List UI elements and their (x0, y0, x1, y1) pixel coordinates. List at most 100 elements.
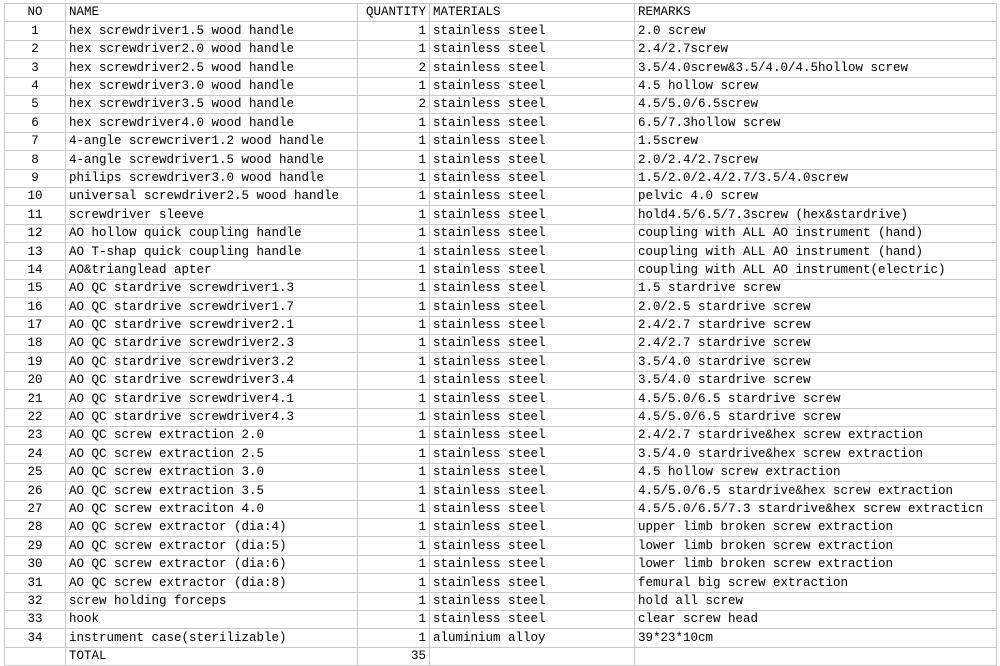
table-row: 30 AO QC screw extractor (dia:6) 1 stainles… (4, 554, 997, 575)
cell-no: 2 (4, 39, 66, 60)
table-row: 13 AO T-shap quick coupling handle 1 stainl… (4, 242, 997, 262)
cell-quantity: 1 (357, 113, 430, 133)
cell-materials: stainless steel (429, 573, 635, 593)
cell-name: AO QC stardrive screwdriver4.1 (65, 389, 358, 409)
cell-no: 25 (4, 462, 66, 483)
table-row: 14 AO&trianglead apter 1 stainless steel cou… (4, 260, 997, 280)
cell-quantity: 1 (357, 223, 430, 244)
cell-remarks: 3.5/4.0 stardrive&hex screw extraction (634, 444, 997, 464)
column-header-quantity: QUANTITY (357, 2, 430, 23)
cell-name: AO&trianglead apter (65, 260, 358, 280)
cell-materials: stainless steel (429, 94, 635, 115)
cell-remarks: coupling with ALL AO instrument(electric… (634, 260, 997, 280)
cell-no: 15 (4, 278, 66, 299)
cell-remarks: 4.5 hollow screw extraction (634, 462, 997, 483)
cell-materials: stainless steel (429, 499, 635, 519)
cell-quantity: 1 (357, 536, 430, 556)
cell-no: 5 (4, 94, 66, 115)
cell-quantity: 1 (357, 186, 430, 207)
cell-quantity: 1 (357, 554, 430, 575)
total-cell-no (4, 646, 66, 666)
cell-quantity: 1 (357, 628, 430, 648)
table-row: 4 hex screwdriver3.0 wood handle 1 stainles… (4, 76, 997, 96)
column-header-materials: MATERIALS (429, 2, 635, 23)
cell-no: 23 (4, 425, 66, 446)
cell-materials: stainless steel (429, 554, 635, 575)
cell-name: hex screwdriver2.5 wood handle (65, 58, 358, 78)
cell-remarks: 3.5/4.0 stardrive screw (634, 370, 997, 391)
cell-materials: stainless steel (429, 591, 635, 611)
cell-materials: stainless steel (429, 260, 635, 280)
cell-materials: stainless steel (429, 39, 635, 60)
cell-quantity: 1 (357, 150, 430, 170)
cell-remarks: 2.4/2.7 stardrive&hex screw extraction (634, 425, 997, 446)
table-row: 8 4-angle screwdriver1.5 wood handle 1 stai… (4, 150, 997, 170)
cell-materials: stainless steel (429, 242, 635, 262)
cell-quantity: 2 (357, 94, 430, 115)
cell-materials: stainless steel (429, 297, 635, 317)
table-row: 23 AO QC screw extraction 2.0 1 stainless s… (4, 425, 997, 446)
cell-remarks: 4.5/5.0/6.5/7.3 stardrive&hex screw extr… (634, 499, 997, 519)
cell-materials: stainless steel (429, 76, 635, 96)
table-row: 9 philips screwdriver3.0 wood handle 1 stai… (4, 168, 997, 188)
cell-quantity: 1 (357, 609, 430, 630)
table-header-row: NO NAME QUANTITY MATERIALS REMARKS (4, 2, 997, 23)
cell-materials: stainless steel (429, 370, 635, 391)
cell-quantity: 1 (357, 205, 430, 225)
cell-quantity: 1 (357, 315, 430, 336)
cell-materials: stainless steel (429, 278, 635, 299)
cell-no: 24 (4, 444, 66, 464)
cell-materials: stainless steel (429, 131, 635, 152)
cell-name: AO T-shap quick coupling handle (65, 242, 358, 262)
cell-no: 4 (4, 76, 66, 96)
parts-list-sheet: NO NAME QUANTITY MATERIALS REMARKS 1 hex … (4, 2, 997, 666)
cell-quantity: 1 (357, 76, 430, 96)
table-row: 29 AO QC screw extractor (dia:5) 1 stainles… (4, 536, 997, 556)
cell-materials: stainless steel (429, 536, 635, 556)
cell-quantity: 1 (357, 444, 430, 464)
table-row: 2 hex screwdriver2.0 wood handle 1 stainles… (4, 39, 997, 60)
cell-materials: stainless steel (429, 425, 635, 446)
cell-remarks: 2.4/2.7 stardrive screw (634, 315, 997, 336)
cell-no: 30 (4, 554, 66, 575)
cell-quantity: 1 (357, 573, 430, 593)
table-row: 7 4-angle screwcriver1.2 wood handle 1 stai… (4, 131, 997, 152)
cell-quantity: 1 (357, 425, 430, 446)
cell-remarks: 4.5/5.0/6.5 stardrive screw (634, 389, 997, 409)
table-row: 16 AO QC stardrive screwdriver1.7 1 stainle… (4, 297, 997, 317)
cell-name: AO QC stardrive screwdriver3.4 (65, 370, 358, 391)
cell-no: 11 (4, 205, 66, 225)
table-row: 21 AO QC stardrive screwdriver4.1 1 stainle… (4, 389, 997, 409)
cell-quantity: 1 (357, 389, 430, 409)
cell-quantity: 1 (357, 39, 430, 60)
cell-quantity: 1 (357, 242, 430, 262)
cell-name: hook (65, 609, 358, 630)
cell-remarks: 1.5screw (634, 131, 997, 152)
table-row: 15 AO QC stardrive screwdriver1.3 1 stainle… (4, 278, 997, 299)
table-row: 11 screwdriver sleeve 1 stainless steel hold… (4, 205, 997, 225)
cell-materials: stainless steel (429, 58, 635, 78)
cell-materials: stainless steel (429, 389, 635, 409)
table-row: 18 AO QC stardrive screwdriver2.3 1 stainle… (4, 334, 997, 354)
cell-quantity: 1 (357, 517, 430, 538)
cell-remarks: 4.5/5.0/6.5screw (634, 94, 997, 115)
cell-quantity: 1 (357, 21, 430, 41)
cell-quantity: 1 (357, 370, 430, 391)
cell-no: 14 (4, 260, 66, 280)
cell-materials: stainless steel (429, 444, 635, 464)
cell-name: AO hollow quick coupling handle (65, 223, 358, 244)
cell-remarks: coupling with ALL AO instrument (hand) (634, 223, 997, 244)
table-row: 31 AO QC screw extractor (dia:8) 1 stainles… (4, 573, 997, 593)
table-row: 26 AO QC screw extraction 3.5 1 stainless s… (4, 481, 997, 501)
cell-no: 18 (4, 334, 66, 354)
table-row: 6 hex screwdriver4.0 wood handle 1 stainles… (4, 113, 997, 133)
cell-remarks: clear screw head (634, 609, 997, 630)
cell-quantity: 1 (357, 591, 430, 611)
cell-remarks: 2.4/2.7screw (634, 39, 997, 60)
total-cell-name: TOTAL (65, 646, 358, 666)
table-row: 27 AO QC screw extraciton 4.0 1 stainless s… (4, 499, 997, 519)
cell-name: AO QC screw extraction 2.0 (65, 425, 358, 446)
cell-name: 4-angle screwcriver1.2 wood handle (65, 131, 358, 152)
cell-materials: stainless steel (429, 223, 635, 244)
table-row: 25 AO QC screw extraction 3.0 1 stainless s… (4, 462, 997, 483)
